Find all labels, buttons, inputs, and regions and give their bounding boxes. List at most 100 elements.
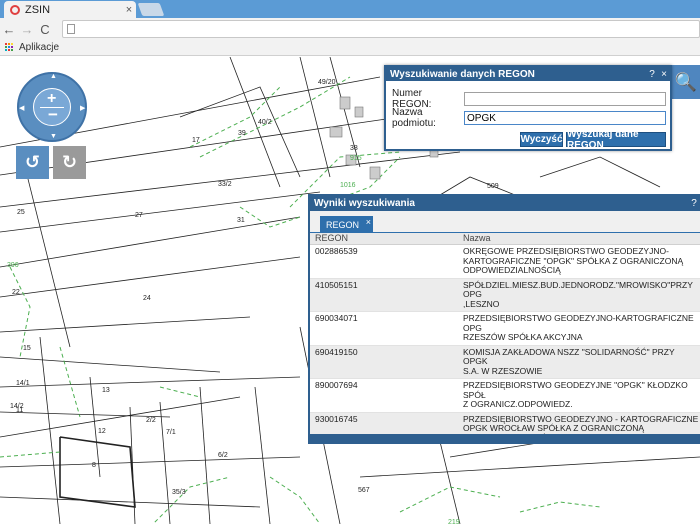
results-tabstrip: REGON × bbox=[310, 211, 700, 233]
cell-regon: 890007694 bbox=[315, 380, 358, 390]
parcel-label: 567 bbox=[358, 487, 370, 494]
pan-right-icon[interactable]: ▶ bbox=[80, 104, 85, 112]
parcel-label: 24 bbox=[143, 295, 151, 302]
tab-regon[interactable]: REGON × bbox=[320, 216, 374, 233]
parcel-label: 915 bbox=[350, 155, 362, 162]
forward-arrow-icon[interactable]: → bbox=[18, 22, 36, 37]
cell-name: SPÓŁDZIEL.MIESZ.BUD.JEDNORODZ."MROWISKO"… bbox=[463, 279, 693, 309]
results-titlebar[interactable]: Wyniki wyszukiwania ? bbox=[310, 196, 700, 211]
regon-number-input[interactable] bbox=[464, 92, 666, 106]
regon-search-titlebar[interactable]: Wyszukiwanie danych REGON ? × bbox=[386, 67, 670, 81]
apps-grid-dot bbox=[8, 46, 10, 48]
parcel-label: 39 bbox=[238, 130, 246, 137]
map-navigation-control[interactable]: ▲ ▼ ◀ ▶ + − bbox=[17, 72, 87, 142]
help-icon[interactable]: ? bbox=[646, 69, 658, 80]
parcel-label: 40/2 bbox=[258, 119, 272, 126]
apps-grid-dot bbox=[5, 46, 7, 48]
undo-button[interactable]: ↺ bbox=[16, 146, 49, 179]
parcel-label: 11 bbox=[16, 407, 24, 414]
cell-regon: 690419150 bbox=[315, 346, 358, 357]
parcel-label: 396 bbox=[7, 262, 19, 269]
bookmark-apps[interactable]: Aplikacje bbox=[19, 42, 59, 53]
results-title: Wyniki wyszukiwania bbox=[314, 198, 415, 209]
cell-regon: 002886539 bbox=[315, 246, 358, 256]
regon-search-title: Wyszukiwanie danych REGON bbox=[390, 68, 535, 80]
entity-name-row: Nazwa podmiotu: bbox=[392, 107, 666, 129]
tab-regon-label: REGON bbox=[326, 219, 360, 230]
cell-regon: 690034071 bbox=[315, 313, 358, 323]
entity-name-input[interactable] bbox=[464, 111, 666, 125]
parcel-label: 13 bbox=[102, 387, 110, 394]
parcel-label: 49/20 bbox=[318, 79, 336, 86]
zoom-out-icon[interactable]: − bbox=[48, 105, 58, 125]
parcel-label: 27 bbox=[135, 212, 143, 219]
close-icon[interactable]: × bbox=[658, 69, 670, 80]
table-row[interactable]: 002886539 OKRĘGOWE PRZEDSIĘBIORSTWO GEODE… bbox=[310, 245, 700, 279]
results-help-icon[interactable]: ? bbox=[688, 198, 700, 209]
table-row[interactable]: 690034071 PRZEDSIĘBIORSTWO GEODEZYJNO-KAR… bbox=[310, 312, 700, 346]
parcel-label: 14/1 bbox=[16, 380, 30, 387]
cell-name: PRZEDSIĘBIORSTWO GEODEZYJNO-KARTOGRAFICZ… bbox=[463, 313, 694, 342]
pan-left-icon[interactable]: ◀ bbox=[19, 104, 24, 112]
apps-grid-dot bbox=[11, 43, 13, 45]
cell-name: OKRĘGOWE PRZEDSIĘBIORSTWO GEODEZYJNO- KA… bbox=[463, 246, 684, 275]
parcel-label: 6/2 bbox=[218, 452, 228, 459]
site-favicon-icon bbox=[10, 4, 20, 15]
parcel-label: 25 bbox=[17, 209, 25, 216]
table-row[interactable]: 690419150 KOMISJA ZAKŁADOWA NSZZ "SOLIDAR… bbox=[310, 345, 700, 379]
search-regon-button[interactable]: Wyszukaj dane REGON bbox=[566, 129, 666, 151]
table-row[interactable]: 410505151 SPÓŁDZIEL.MIESZ.BUD.JEDNORODZ."… bbox=[310, 278, 700, 312]
browser-tab[interactable]: ZSIN × bbox=[4, 1, 136, 18]
column-header-name[interactable]: Nazwa bbox=[460, 233, 491, 244]
apps-grid-dot bbox=[5, 49, 7, 51]
bookmarks-bar: Aplikacje bbox=[0, 40, 700, 56]
entity-name-label: Nazwa podmiotu: bbox=[392, 107, 436, 129]
address-bar[interactable] bbox=[62, 20, 700, 38]
back-arrow-icon[interactable]: ← bbox=[0, 22, 18, 37]
table-row[interactable]: 890007694 PRZEDSIĘBIORSTWO GEODEZYJNE "OP… bbox=[310, 379, 700, 413]
apps-grid-dot bbox=[11, 46, 13, 48]
page-icon bbox=[67, 24, 75, 34]
parcel-label: 22 bbox=[12, 289, 20, 296]
redo-button[interactable]: ↻ bbox=[53, 146, 86, 179]
parcel-label: 219 bbox=[448, 519, 460, 524]
pan-up-icon[interactable]: ▲ bbox=[50, 73, 57, 80]
apps-grid-dot bbox=[11, 49, 13, 51]
search-results-dialog: Wyniki wyszukiwania ? REGON × REGON Nazw… bbox=[308, 194, 700, 444]
parcel-label: 509 bbox=[487, 183, 499, 190]
new-tab-button[interactable] bbox=[137, 3, 165, 16]
results-grid-header: REGON Nazwa bbox=[310, 233, 700, 245]
zoom-control: + − bbox=[33, 88, 71, 126]
results-footer bbox=[310, 434, 700, 442]
search-tool-icon[interactable]: 🔍 bbox=[672, 65, 700, 99]
apps-grid-icon[interactable] bbox=[5, 43, 14, 52]
parcel-label: 8 bbox=[92, 462, 96, 469]
parcel-label: 2/2 bbox=[146, 417, 156, 424]
browser-titlebar: ZSIN × bbox=[0, 0, 700, 18]
tab-close-icon[interactable]: × bbox=[122, 4, 136, 16]
cell-name: KOMISJA ZAKŁADOWA NSZZ "SOLIDARNOŚĆ" PRZ… bbox=[463, 346, 675, 376]
parcel-label: 35/3 bbox=[172, 489, 186, 496]
browser-toolbar: ← → C bbox=[0, 18, 700, 40]
apps-grid-dot bbox=[8, 43, 10, 45]
parcel-label: 38 bbox=[350, 145, 358, 152]
parcel-label: 7/1 bbox=[166, 429, 176, 436]
cell-regon: 410505151 bbox=[315, 279, 358, 290]
parcel-label: 17 bbox=[192, 137, 200, 144]
tab-title: ZSIN bbox=[25, 3, 51, 16]
regon-search-dialog: Wyszukiwanie danych REGON ? × Numer REGO… bbox=[384, 65, 672, 151]
results-grid-body: 002886539 OKRĘGOWE PRZEDSIĘBIORSTWO GEODE… bbox=[310, 245, 700, 442]
apps-grid-dot bbox=[5, 43, 7, 45]
column-header-regon[interactable]: REGON bbox=[310, 233, 460, 244]
parcel-label: 31 bbox=[237, 217, 245, 224]
tab-close-icon[interactable]: × bbox=[366, 217, 371, 227]
cell-name: PRZEDSIĘBIORSTWO GEODEZYJNE "OPGK" KŁODZ… bbox=[463, 380, 688, 409]
parcel-label: 12 bbox=[98, 428, 106, 435]
pan-down-icon[interactable]: ▼ bbox=[50, 133, 57, 140]
reload-icon[interactable]: C bbox=[36, 22, 54, 37]
clear-button[interactable]: Wyczyść bbox=[520, 132, 563, 147]
apps-grid-dot bbox=[8, 49, 10, 51]
parcel-label: 33/2 bbox=[218, 181, 232, 188]
parcel-label: 1016 bbox=[340, 182, 356, 189]
parcel-label: 15 bbox=[23, 345, 31, 352]
